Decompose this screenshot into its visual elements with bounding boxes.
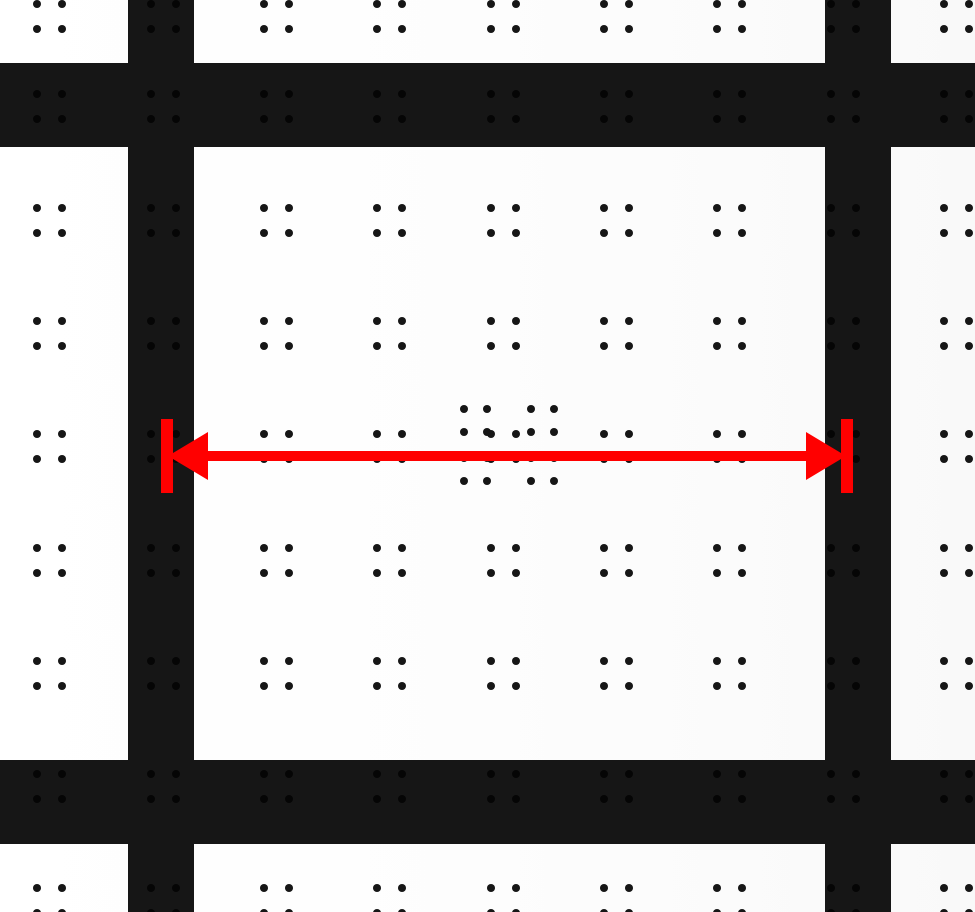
diagram-stage — [0, 0, 975, 912]
dimension-arrow — [0, 0, 975, 912]
